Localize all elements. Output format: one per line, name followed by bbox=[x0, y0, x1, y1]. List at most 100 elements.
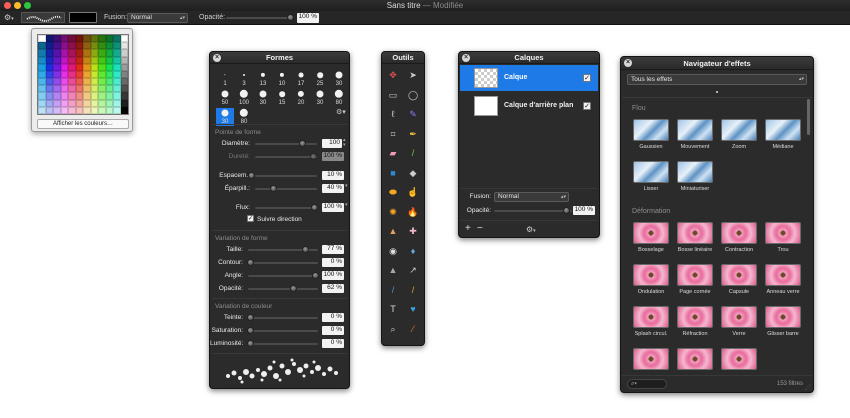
color-swatch[interactable] bbox=[60, 63, 68, 71]
diametre-field[interactable]: 100 bbox=[322, 139, 342, 148]
color-swatch[interactable] bbox=[38, 106, 46, 114]
contour-field[interactable]: 0 % bbox=[322, 258, 344, 267]
brush-preset[interactable]: 15 bbox=[273, 89, 291, 107]
effets-close-icon[interactable]: × bbox=[624, 59, 632, 67]
eyedropper-icon[interactable]: ⁄ bbox=[406, 322, 420, 336]
ellipse-shape-icon[interactable]: ⬬ bbox=[386, 185, 400, 199]
color-swatch[interactable] bbox=[53, 99, 61, 107]
color-swatch[interactable] bbox=[75, 49, 83, 57]
effect-item[interactable]: Mouvement bbox=[677, 119, 713, 150]
eparpill-field[interactable]: 40 % bbox=[322, 184, 344, 193]
effect-item[interactable]: Médiane bbox=[765, 119, 801, 150]
settings-gear-icon[interactable]: ⚙▾ bbox=[4, 13, 14, 22]
arrow-icon[interactable]: ➤ bbox=[406, 68, 420, 82]
color-swatch[interactable] bbox=[98, 106, 106, 114]
smudge-icon[interactable]: ☝ bbox=[406, 185, 420, 199]
color-swatch[interactable] bbox=[83, 92, 91, 100]
sharpen-icon[interactable]: ↗ bbox=[406, 263, 420, 277]
teinte-knob[interactable] bbox=[247, 314, 254, 321]
color-swatch[interactable] bbox=[98, 49, 106, 57]
pen-icon[interactable]: ✒ bbox=[406, 127, 420, 141]
layer-row-calque[interactable]: Calque ✓ bbox=[460, 65, 598, 91]
color-swatch[interactable] bbox=[83, 63, 91, 71]
color-swatch[interactable] bbox=[45, 63, 53, 71]
move-icon[interactable]: ✥ bbox=[386, 68, 400, 82]
durete-slider[interactable] bbox=[255, 156, 317, 158]
color-swatch[interactable] bbox=[53, 70, 61, 79]
opacity-slider-knob[interactable] bbox=[287, 14, 294, 21]
color-swatch[interactable] bbox=[105, 63, 113, 71]
eparpill-dropdown-icon[interactable]: ▾ bbox=[345, 183, 348, 189]
color-swatch[interactable] bbox=[113, 78, 121, 86]
color-swatch[interactable] bbox=[45, 70, 53, 79]
effect-item[interactable]: Capsule bbox=[721, 264, 757, 295]
brush-preset[interactable]: 17 bbox=[292, 70, 310, 88]
luminosite-slider[interactable] bbox=[248, 343, 318, 345]
color-swatch[interactable] bbox=[83, 56, 91, 64]
color-swatch[interactable] bbox=[83, 78, 91, 86]
opacite-knob[interactable] bbox=[290, 285, 297, 292]
color-swatch[interactable] bbox=[90, 78, 98, 86]
heart-shape-icon[interactable]: ♥ bbox=[406, 302, 420, 316]
effect-item[interactable]: Glisser barre bbox=[765, 306, 801, 337]
color-swatch[interactable] bbox=[105, 42, 113, 50]
show-colors-button[interactable]: Afficher les couleurs… bbox=[37, 119, 129, 129]
espacem-knob[interactable] bbox=[248, 172, 255, 179]
stamp-icon[interactable]: ▲ bbox=[386, 224, 400, 238]
color-swatch[interactable] bbox=[113, 92, 121, 100]
layer-fusion-select[interactable]: Normal ▴▾ bbox=[494, 192, 569, 202]
eparpill-slider[interactable] bbox=[255, 188, 317, 190]
color-swatch[interactable] bbox=[60, 92, 68, 100]
color-swatch[interactable] bbox=[68, 85, 76, 93]
color-swatch-grid[interactable] bbox=[37, 34, 129, 115]
color-swatch[interactable] bbox=[75, 78, 83, 86]
color-swatch[interactable] bbox=[113, 85, 121, 93]
brush-preset[interactable]: 1 bbox=[216, 70, 234, 88]
color-swatch[interactable] bbox=[105, 99, 113, 107]
color-swatch[interactable] bbox=[90, 92, 98, 100]
effect-item[interactable]: Trou bbox=[765, 222, 801, 253]
lasso-icon[interactable]: ℓ bbox=[386, 107, 400, 121]
blur-drop-icon[interactable]: ♦ bbox=[406, 244, 420, 258]
color-swatch[interactable] bbox=[53, 56, 61, 64]
taille-knob[interactable] bbox=[302, 246, 309, 253]
color-swatch[interactable] bbox=[68, 42, 76, 50]
color-swatch[interactable] bbox=[75, 42, 83, 50]
color-swatch[interactable] bbox=[60, 78, 68, 86]
color-swatch[interactable] bbox=[98, 85, 106, 93]
color-swatch[interactable] bbox=[38, 63, 46, 71]
angle-knob[interactable] bbox=[312, 272, 319, 279]
color-swatch[interactable] bbox=[75, 106, 83, 114]
color-swatch[interactable] bbox=[105, 56, 113, 64]
eparpill-knob[interactable] bbox=[270, 185, 277, 192]
color-swatch[interactable] bbox=[83, 35, 91, 43]
color-swatch[interactable] bbox=[60, 106, 68, 114]
color-swatch[interactable] bbox=[83, 85, 91, 93]
color-swatch[interactable] bbox=[113, 42, 121, 50]
effect-preview-image[interactable] bbox=[633, 348, 669, 370]
color-swatch[interactable] bbox=[120, 56, 128, 64]
burn-icon[interactable]: 🔥 bbox=[406, 205, 420, 219]
color-swatch[interactable] bbox=[113, 70, 121, 79]
color-swatch[interactable] bbox=[53, 42, 61, 50]
color-swatch[interactable] bbox=[113, 49, 121, 57]
color-swatch[interactable] bbox=[38, 42, 46, 50]
color-swatch[interactable] bbox=[105, 70, 113, 79]
color-swatch[interactable] bbox=[105, 106, 113, 114]
color-swatch[interactable] bbox=[68, 99, 76, 107]
color-swatch[interactable] bbox=[113, 106, 121, 114]
color-swatch[interactable] bbox=[90, 49, 98, 57]
calques-close-icon[interactable]: × bbox=[462, 54, 470, 62]
taille-field[interactable]: 77 % bbox=[322, 245, 344, 254]
brush-settings-gear-icon[interactable]: ⚙▾ bbox=[336, 108, 346, 116]
color-swatch[interactable] bbox=[45, 92, 53, 100]
effects-category-select[interactable]: Tous les effets ▴▾ bbox=[627, 74, 807, 85]
brush-preset[interactable]: 3 bbox=[235, 70, 253, 88]
color-swatch[interactable] bbox=[105, 92, 113, 100]
effects-search-input[interactable]: ⌕▾ bbox=[627, 379, 667, 389]
color-swatch[interactable] bbox=[120, 35, 128, 43]
color-swatch[interactable] bbox=[113, 99, 121, 107]
color-swatch[interactable] bbox=[60, 56, 68, 64]
color-swatch[interactable] bbox=[83, 99, 91, 107]
angle-slider[interactable] bbox=[248, 275, 318, 277]
